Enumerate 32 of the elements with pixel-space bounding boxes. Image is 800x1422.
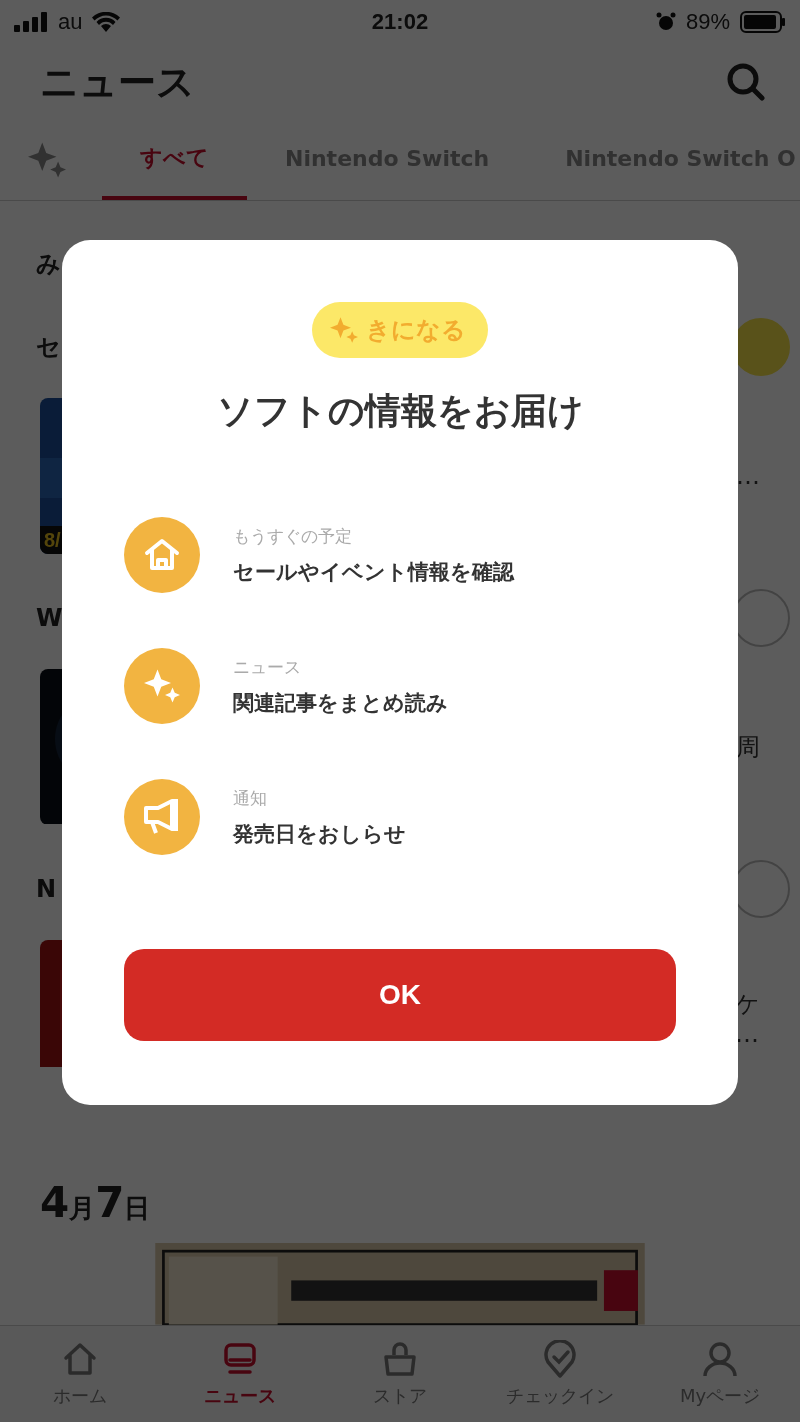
signal-icon — [14, 12, 48, 32]
date-heading: 4月 7 日 — [40, 1178, 152, 1228]
carrier-label: au — [58, 9, 83, 35]
battery-percent: 89% — [685, 9, 730, 35]
page-title: ニュース — [40, 58, 195, 106]
ok-button[interactable]: OK — [124, 949, 676, 1041]
battery-icon — [740, 11, 786, 33]
article-text: ケ — [735, 989, 760, 1021]
date-label: 8/ — [44, 529, 61, 553]
house-icon — [144, 538, 180, 572]
article-text: … — [735, 1020, 760, 1049]
feature-text: 関連記事をまとめ読み — [233, 689, 448, 717]
section-heading: N — [36, 875, 57, 904]
category-tab[interactable]: すべて — [102, 120, 247, 200]
alarm-icon — [655, 12, 676, 32]
clock-time: 21:02 — [371, 9, 429, 35]
section-heading: W — [36, 604, 63, 633]
sparkle-icon — [144, 668, 180, 704]
section-heading: セ — [36, 332, 61, 364]
feature-caption: 通知 — [233, 786, 268, 810]
article-text: … — [736, 462, 760, 491]
search-icon[interactable] — [726, 62, 766, 102]
section-heading: み — [36, 248, 61, 280]
wifi-icon — [92, 12, 121, 32]
feature-text: セールやイベント情報を確認 — [233, 558, 514, 586]
interest-badge: きになる — [312, 302, 488, 358]
feature-caption: ニュース — [233, 655, 302, 679]
dialog-title: ソフトの情報をお届け — [216, 389, 584, 433]
nav-tab[interactable]: ニュース — [160, 1326, 320, 1422]
article-text: 周 — [736, 732, 760, 764]
feature-caption: もうすぐの予定 — [233, 524, 353, 548]
feature-text: 発売日をおしらせ — [233, 820, 406, 848]
